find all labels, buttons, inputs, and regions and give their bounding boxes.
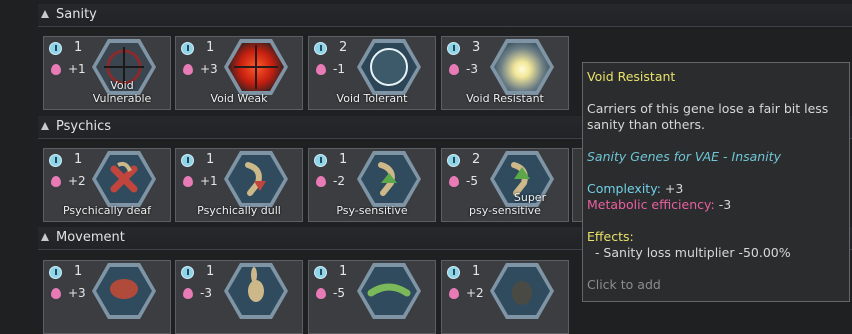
psychically-dull-icon <box>224 151 288 207</box>
collapse-triangle-icon[interactable] <box>41 10 49 18</box>
gene-card-psychically-dull[interactable]: 1 +1 Psychically dull <box>175 148 303 222</box>
metabolic-value: -5 <box>333 286 345 300</box>
gene-card-void-tolerant[interactable]: 2 -1 Void Tolerant <box>308 36 436 110</box>
complexity-icon <box>49 154 62 167</box>
gene-label: Psy-sensitive <box>336 204 408 217</box>
complexity-icon <box>49 42 62 55</box>
complexity-icon <box>314 266 327 279</box>
gene-card-void-resistant[interactable]: 3 -3 Void Resistant <box>441 36 569 110</box>
metabolic-icon <box>449 288 459 299</box>
section-header-sanity[interactable]: Sanity <box>38 4 852 27</box>
gene-label: Psychically dull <box>197 204 281 217</box>
complexity-value: 1 <box>74 264 83 279</box>
metabolic-value: -3 <box>200 286 212 300</box>
psy-sensitive-icon <box>357 151 421 207</box>
complexity-value: 2 <box>472 152 481 167</box>
tooltip-effects-label: Effects: <box>587 229 634 244</box>
void-tolerant-icon <box>357 39 421 95</box>
metabolic-value: +3 <box>68 286 86 300</box>
complexity-icon <box>181 266 194 279</box>
metabolic-value: -3 <box>466 62 478 76</box>
collapse-triangle-icon[interactable] <box>41 233 49 241</box>
complexity-value: 1 <box>206 40 215 55</box>
complexity-value: 1 <box>472 264 481 279</box>
complexity-icon <box>49 266 62 279</box>
void-weak-icon <box>224 39 288 95</box>
gene-label: Void Tolerant <box>336 92 408 105</box>
gene-card-void-weak[interactable]: 1 +3 Void Weak <box>175 36 303 110</box>
complexity-value: 1 <box>339 152 348 167</box>
complexity-value: 1 <box>206 264 215 279</box>
psychically-deaf-icon <box>92 151 156 207</box>
complexity-value: 1 <box>74 152 83 167</box>
gene-card-psychically-deaf[interactable]: 1 +2 Psychically deaf <box>43 148 171 222</box>
tooltip-effect: - Sanity loss multiplier -50.00% <box>587 245 791 260</box>
gene-card-movement-1[interactable]: 1 +3 <box>43 260 171 334</box>
gene-card-movement-4[interactable]: 1 +2 <box>441 260 569 334</box>
gene-card-void-vulnerable[interactable]: 1 +1 Void Vulnerable <box>43 36 171 110</box>
metabolic-value: +1 <box>68 62 86 76</box>
gene-card-movement-2[interactable]: 1 -3 <box>175 260 303 334</box>
metabolic-icon <box>51 176 61 187</box>
metabolic-value: +2 <box>68 174 86 188</box>
gene-label: Void Resistant <box>466 92 544 105</box>
complexity-icon <box>447 42 460 55</box>
section-title: Sanity <box>56 7 97 22</box>
metabolic-value: +3 <box>200 62 218 76</box>
complexity-icon <box>447 154 460 167</box>
complexity-value: 3 <box>472 40 481 55</box>
rabbit-icon <box>224 263 288 319</box>
complexity-icon <box>314 42 327 55</box>
gene-label: Void Weak <box>210 92 268 105</box>
complexity-value: 1 <box>339 264 348 279</box>
section-title: Psychics <box>56 119 111 134</box>
metabolic-icon <box>51 288 61 299</box>
tooltip-complexity: Complexity: +3 <box>587 181 684 196</box>
complexity-icon <box>447 266 460 279</box>
complexity-value: 1 <box>206 152 215 167</box>
metabolic-value: +2 <box>466 286 484 300</box>
gene-tooltip: Void Resistant Carriers of this gene los… <box>582 62 850 302</box>
metabolic-icon <box>449 64 459 75</box>
complexity-value: 2 <box>339 40 348 55</box>
complexity-icon <box>181 154 194 167</box>
tooltip-title: Void Resistant <box>587 69 676 84</box>
metabolic-icon <box>183 176 193 187</box>
tooltip-metabolic: Metabolic efficiency: -3 <box>587 197 732 212</box>
complexity-icon <box>181 42 194 55</box>
gene-card-movement-3[interactable]: 1 -5 <box>308 260 436 334</box>
metabolic-value: +1 <box>200 174 218 188</box>
metabolic-icon <box>449 176 459 187</box>
metabolic-icon <box>51 64 61 75</box>
tooltip-source: Sanity Genes for VAE - Insanity <box>587 149 781 164</box>
tooltip-description: Carriers of this gene lose a fair bit le… <box>587 101 829 132</box>
metabolic-value: -1 <box>333 62 345 76</box>
gene-card-super-psy-sensitive[interactable]: 2 -5 Super psy-sensitive <box>441 148 569 222</box>
metabolic-icon <box>316 288 326 299</box>
lizard-icon <box>357 263 421 319</box>
gene-label: Super psy-sensitive <box>469 191 547 217</box>
metabolic-value: -2 <box>333 174 345 188</box>
collapse-triangle-icon[interactable] <box>41 122 49 130</box>
tooltip-hint: Click to add <box>587 277 661 292</box>
metabolic-value: -5 <box>466 174 478 188</box>
section-title: Movement <box>56 230 125 245</box>
complexity-icon <box>314 154 327 167</box>
metabolic-icon <box>316 176 326 187</box>
gene-label: Void Vulnerable <box>92 79 152 105</box>
gene-label: Psychically deaf <box>62 204 152 217</box>
metabolic-icon <box>183 288 193 299</box>
turtle-icon <box>92 263 156 319</box>
complexity-value: 1 <box>74 40 83 55</box>
gene-card-psy-sensitive[interactable]: 1 -2 Psy-sensitive <box>308 148 436 222</box>
metabolic-icon <box>183 64 193 75</box>
metabolic-icon <box>316 64 326 75</box>
creature-icon <box>490 263 554 319</box>
void-resistant-icon <box>490 39 554 95</box>
